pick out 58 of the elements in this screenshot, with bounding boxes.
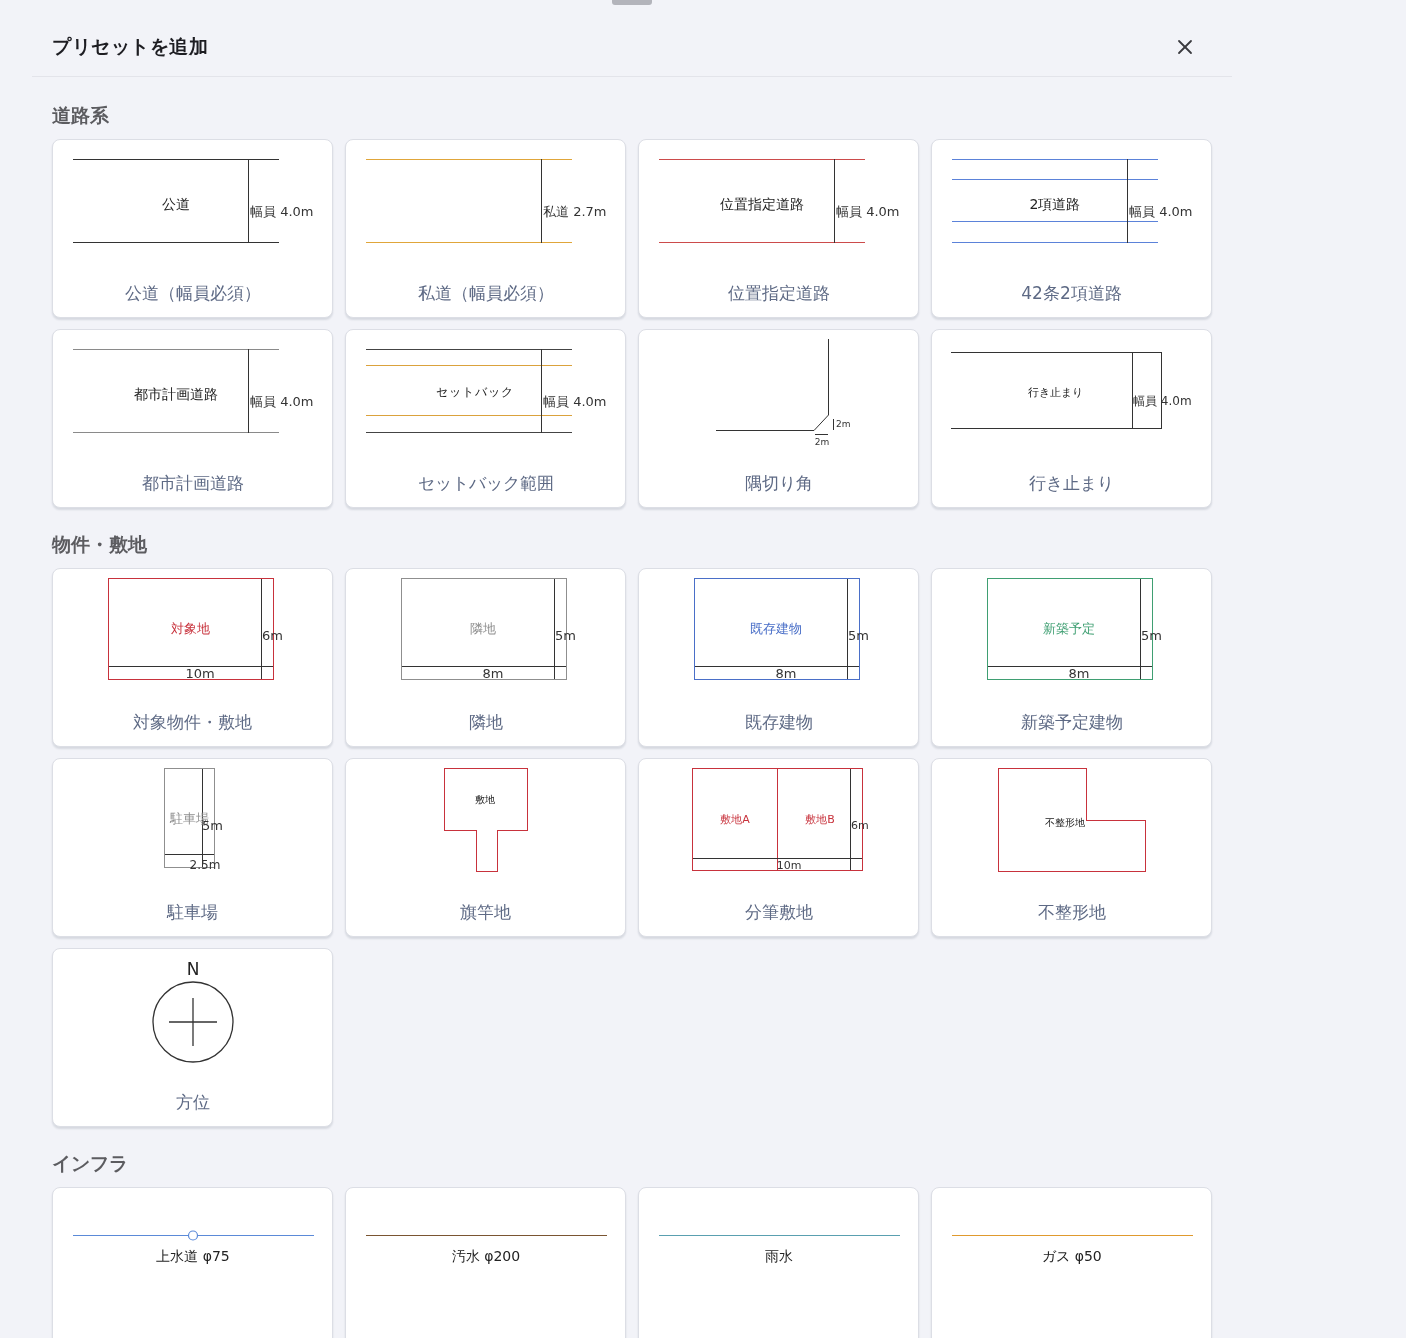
road-name-label: 公道 [162,196,190,212]
preset-card[interactable]: 都市計画道路 幅員 4.0m 都市計画道路 [52,329,333,508]
section-title: 物件・敷地 [52,532,148,556]
section-title: インフラ [52,1151,129,1175]
road-width-label: 幅員 4.0m [836,203,900,219]
preset-card[interactable]: ガス φ50 [931,1187,1212,1338]
road-width-label: 幅員 4.0m [543,393,607,409]
pipe-name-label: 上水道 φ75 [156,1248,230,1264]
preset-card[interactable]: 雨水 [638,1187,919,1338]
pipe-name-label: ガス φ50 [1042,1248,1102,1264]
dimension-label: 2m [836,419,851,429]
lot-name-label: 隣地 [470,620,496,636]
lot-name-label: 対象地 [170,620,210,636]
road-width-label: 私道 2.7m [543,203,607,219]
preset-card[interactable]: 不整形地 不整形地 [931,758,1212,937]
dimension-label: 2m [814,437,830,447]
frontage-label: 8m [482,665,504,681]
road-name-label: セットバック [436,385,514,399]
lot-name-label: 新築予定 [1043,620,1095,636]
road-name-label: 行き止まり [1027,385,1083,399]
frontage-label: 8m [775,665,797,681]
lot-name-label: 敷地A [720,812,750,826]
preset-card[interactable]: 私道 2.7m 私道（幅員必須） [345,139,626,318]
preset-card[interactable]: セットバック 幅員 4.0m セットバック範囲 [345,329,626,508]
road-width-label: 幅員 4.0m [1129,203,1193,219]
preset-card[interactable]: 隣地 5m 8m 隣地 [345,568,626,747]
preset-card[interactable]: 敷地 旗竿地 [345,758,626,937]
frontage-label: 8m [1068,665,1090,681]
preset-card[interactable]: N 方位 [52,948,333,1127]
depth-label: 5m [555,627,576,643]
pipe-name-label: 汚水 φ200 [451,1248,521,1264]
pipe-name-label: 雨水 [765,1248,793,1264]
road-name-label: 2項道路 [1029,196,1081,212]
lot-name-label: 不整形地 [1045,816,1085,828]
preset-card[interactable]: 2m 2m 隅切り角 [638,329,919,508]
preset-card[interactable]: 汚水 φ200 [345,1187,626,1338]
lot-name-label: 敷地 [475,793,495,805]
section-title: 道路系 [52,103,110,127]
frontage-dimension-line [165,854,214,855]
road-width-label: 幅員 4.0m [1133,394,1192,408]
dimension-tick [833,419,834,430]
lot-name-label: 既存建物 [750,620,802,636]
drag-handle[interactable] [612,0,652,5]
road-width-label: 幅員 4.0m [250,203,314,219]
north-label: N [186,959,200,979]
preset-card[interactable]: 2項道路 幅員 4.0m 42条2項道路 [931,139,1212,318]
preset-card[interactable]: 行き止まり 幅員 4.0m 行き止まり [931,329,1212,508]
preset-card[interactable]: 位置指定道路 幅員 4.0m 位置指定道路 [638,139,919,318]
dimension-tick [815,434,828,435]
road-width-label: 幅員 4.0m [250,393,314,409]
lot-name-label: 敷地B [805,812,835,826]
road-name-label: 都市計画道路 [134,386,218,402]
frontage-label: 10m [776,858,802,872]
frontage-label: 10m [185,665,215,681]
road-name-label: 位置指定道路 [720,196,804,212]
preset-card[interactable]: 公道 幅員 4.0m 公道（幅員必須） [52,139,333,318]
dialog-title: プリセットを追加 [52,33,208,59]
preset-card[interactable]: 上水道 φ75 [52,1187,333,1338]
